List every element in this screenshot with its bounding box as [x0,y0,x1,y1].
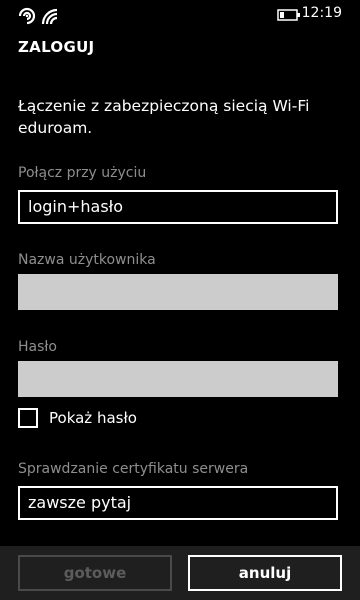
username-label: Nazwa użytkownika [18,252,156,268]
intro-text: Łączenie z zabezpieczoną siecią Wi-Fi ed… [18,97,310,137]
app-bar: gotowe anuluj [0,546,360,600]
show-password-checkbox[interactable] [18,408,38,428]
signal-icon [18,7,36,25]
show-password-row[interactable]: Pokaż hasło [18,405,137,431]
connect-using-label: Połącz przy użyciu [18,165,147,181]
cert-check-select[interactable]: zawsze pytaj [18,486,338,520]
username-input[interactable] [18,274,338,310]
cancel-button[interactable]: anuluj [188,555,342,591]
clock: 12:19 [301,5,342,21]
connect-using-select[interactable]: login+hasło [18,190,338,224]
password-input[interactable] [18,361,338,397]
show-password-label: Pokaż hasło [49,409,137,427]
wifi-icon [41,8,58,25]
cert-check-label: Sprawdzanie certyfikatu serwera [18,461,249,477]
page-title: ZALOGUJ [18,38,95,56]
password-label: Hasło [18,339,57,355]
battery-icon [277,9,300,21]
done-button[interactable]: gotowe [18,555,172,591]
status-bar: 12:19 [0,0,360,32]
